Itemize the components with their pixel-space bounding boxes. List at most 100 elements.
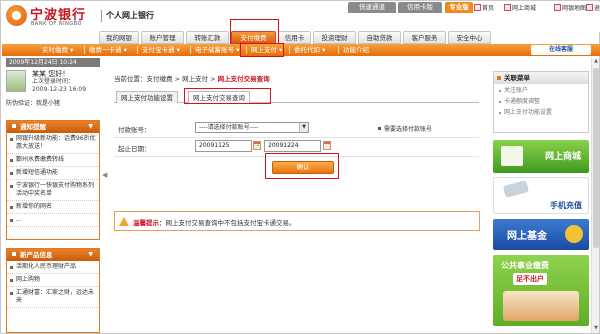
related-menu: 关联菜单 关注账户 卡通额度调整 网上支付功能设置: [493, 71, 589, 133]
tab-online-payment-settings[interactable]: 网上支付功能设置: [116, 91, 178, 103]
current-date: 2009年12月24日 10:24: [6, 58, 100, 67]
bank-name-english: BANK OF NINGBO: [31, 21, 82, 27]
nav-self-loan[interactable]: 自助贷款: [358, 31, 401, 44]
nav-investment[interactable]: 投资理财: [313, 31, 356, 44]
main-navigation: 我的网银 账户管理 转账汇款 支付缴费 信用卡 投资理财 自助贷款 客户服务 安…: [99, 31, 499, 44]
subnav-e-savings[interactable]: 电子储蓄账号 ▾: [195, 44, 239, 56]
promo-online-fund[interactable]: 网上基金: [493, 219, 589, 250]
ebank-map-link[interactable]: 网银地图: [554, 3, 586, 12]
user-info: 某某 您好！ 上次登录时间： 2009-12-23 16:09 防伪验证：我是小…: [6, 68, 100, 112]
shopping-bag-icon: [501, 146, 523, 166]
last-login-time: 2009-12-23 16:09: [32, 86, 87, 93]
product-item[interactable]: 网上购物: [7, 274, 99, 287]
avatar: [6, 70, 26, 92]
notice-item[interactable]: 新增短信通功能: [7, 167, 99, 180]
choose-account-hint[interactable]: 需要选择付款账号: [378, 124, 432, 133]
nav-security-center[interactable]: 安全中心: [448, 31, 491, 44]
personal-banking-title: 个人网上银行: [106, 11, 154, 20]
logout-icon: [586, 4, 593, 11]
promo-online-mall[interactable]: 网上商城: [493, 140, 589, 173]
subnav-alipay-card[interactable]: 支付宝卡通 ▾: [142, 44, 180, 56]
end-date-input[interactable]: 20091224: [264, 140, 321, 152]
content-tabs: 网上支付功能设置 网上支付交易查询: [114, 90, 479, 103]
scroll-up-icon[interactable]: ▲: [592, 58, 600, 66]
notice-item[interactable]: 新增你的网名: [7, 201, 99, 214]
new-products-panel: 新产品信息 ▼ 活期化人民币理财产品 网上购物 汇通财富：汇家之财，远达未来: [6, 248, 100, 333]
calendar-icon[interactable]: [323, 141, 331, 150]
home-icon: [474, 4, 481, 11]
coin-icon: [565, 225, 583, 243]
warning-icon: [119, 217, 129, 226]
last-login-label: 上次登录时间：: [32, 78, 75, 85]
related-item[interactable]: 网上支付功能设置: [494, 109, 588, 117]
bullet-icon: [12, 124, 16, 128]
chevron-down-icon: ▼: [88, 123, 93, 130]
collapse-sidebar-icon[interactable]: ◀: [102, 171, 107, 179]
subnav-divider: [190, 46, 191, 54]
vertical-scrollbar[interactable]: ▲ ▼: [591, 58, 599, 333]
highlight-box-online-payment: [240, 43, 284, 57]
product-item[interactable]: 活期化人民币理财产品: [7, 261, 99, 274]
logout-link[interactable]: 退出: [586, 3, 600, 12]
nav-account-management[interactable]: 账户管理: [141, 31, 184, 44]
breadcrumb: 当前位置：支付缴费 > 网上支付 > 网上支付交易查询: [114, 73, 270, 83]
new-products-header[interactable]: 新产品信息 ▼: [7, 249, 99, 261]
subnav-divider: [338, 46, 339, 54]
promo-util-subtitle: 足不出户: [513, 273, 547, 285]
promo-phone-topup[interactable]: 手机充值: [493, 177, 589, 214]
tab-quick-channel[interactable]: 快速通道: [348, 2, 396, 13]
promo-phone-label: 手机充值: [550, 201, 582, 210]
phone-icon: [502, 180, 530, 198]
online-service-button[interactable]: 在线客服: [531, 45, 591, 55]
breadcrumb-path: 当前位置：支付缴费 > 网上支付 >: [114, 75, 218, 83]
scroll-thumb[interactable]: [593, 68, 599, 248]
account-select[interactable]: ----请选择付款账号---- ▼: [195, 122, 309, 133]
subnav-feature-intro[interactable]: 功能介绍: [343, 44, 369, 56]
nav-customer-service[interactable]: 客户服务: [403, 31, 446, 44]
subnav-entrusted-deduction[interactable]: 委托代扣 ▾: [294, 44, 325, 56]
browser-window: 宁波银行 BANK OF NINGBO 个人网上银行 快速通道 信用卡版 专业版…: [0, 0, 600, 334]
promo-utility-payment[interactable]: 公共事业缴费 足不出户: [493, 255, 589, 326]
tab-credit-card-edition[interactable]: 信用卡版: [398, 2, 442, 13]
account-row: 付款账号： ----请选择付款账号---- ▼ 需要选择付款账号: [114, 118, 479, 138]
scroll-down-icon[interactable]: ▼: [592, 325, 600, 333]
highlight-box-confirm: [265, 153, 339, 179]
mall-icon: [504, 4, 511, 11]
nav-transfer[interactable]: 转账汇款: [186, 31, 229, 44]
date-range-label: 起止日期：: [118, 145, 151, 153]
logo-divider: [101, 10, 102, 22]
account-label: 付款账号：: [118, 126, 151, 134]
chevron-down-icon: ▼: [299, 123, 308, 132]
subnav-divider: [289, 46, 290, 54]
promo-util-image: [503, 291, 579, 321]
bank-logo[interactable]: 宁波银行 BANK OF NINGBO 个人网上银行: [6, 4, 154, 30]
promo-fund-label: 网上基金: [507, 231, 547, 242]
nav-my-ebank[interactable]: 我的网银: [99, 31, 139, 44]
notice-item[interactable]: 网银升级新功能：话费96折优惠大放送！: [7, 133, 99, 154]
tab-professional-edition[interactable]: 专业版: [445, 2, 473, 13]
anti-phishing-message: 防伪验证：我是小猪: [6, 100, 61, 107]
start-date-input[interactable]: 20091125: [195, 140, 252, 152]
tip-message: 网上支付交易查询中不包括支付宝卡通交易。: [165, 219, 296, 227]
online-mall-link[interactable]: 网上商城: [504, 3, 536, 12]
promo-util-title: 公共事业缴费: [501, 261, 549, 270]
map-icon: [554, 4, 561, 11]
notice-item[interactable]: 宁波银行一快银支付购物系列活动中奖名单: [7, 180, 99, 201]
subnav-payment-card[interactable]: 缴费一卡通 ▾: [89, 44, 127, 56]
last-login: 上次登录时间： 2009-12-23 16:09: [32, 78, 86, 94]
notice-item[interactable]: 鄞州水费缴费转线: [7, 154, 99, 167]
subnav-divider: [137, 46, 138, 54]
query-form: 付款账号： ----请选择付款账号---- ▼ 需要选择付款账号 起止日期： 2…: [114, 109, 479, 195]
related-item[interactable]: 关注账户: [494, 87, 588, 95]
tip-text: 温馨提示：网上支付交易查询中不包括支付宝卡通交易。: [133, 217, 296, 227]
product-item[interactable]: 汇通财富：汇家之财，远达未来: [7, 287, 99, 308]
related-item[interactable]: 卡通额度调整: [494, 98, 588, 106]
chevron-down-icon: ▼: [88, 251, 93, 258]
home-link[interactable]: 首页: [474, 3, 494, 12]
related-menu-title: 关联菜单: [494, 72, 588, 84]
subnav-realtime-payment[interactable]: 实时缴费 ▾: [42, 44, 73, 56]
breadcrumb-current: 网上支付交易查询: [217, 75, 270, 83]
subnav-divider: [84, 46, 85, 54]
notice-item[interactable]: ...: [7, 214, 99, 227]
notice-panel-header[interactable]: 通知提醒 ▼: [7, 121, 99, 133]
